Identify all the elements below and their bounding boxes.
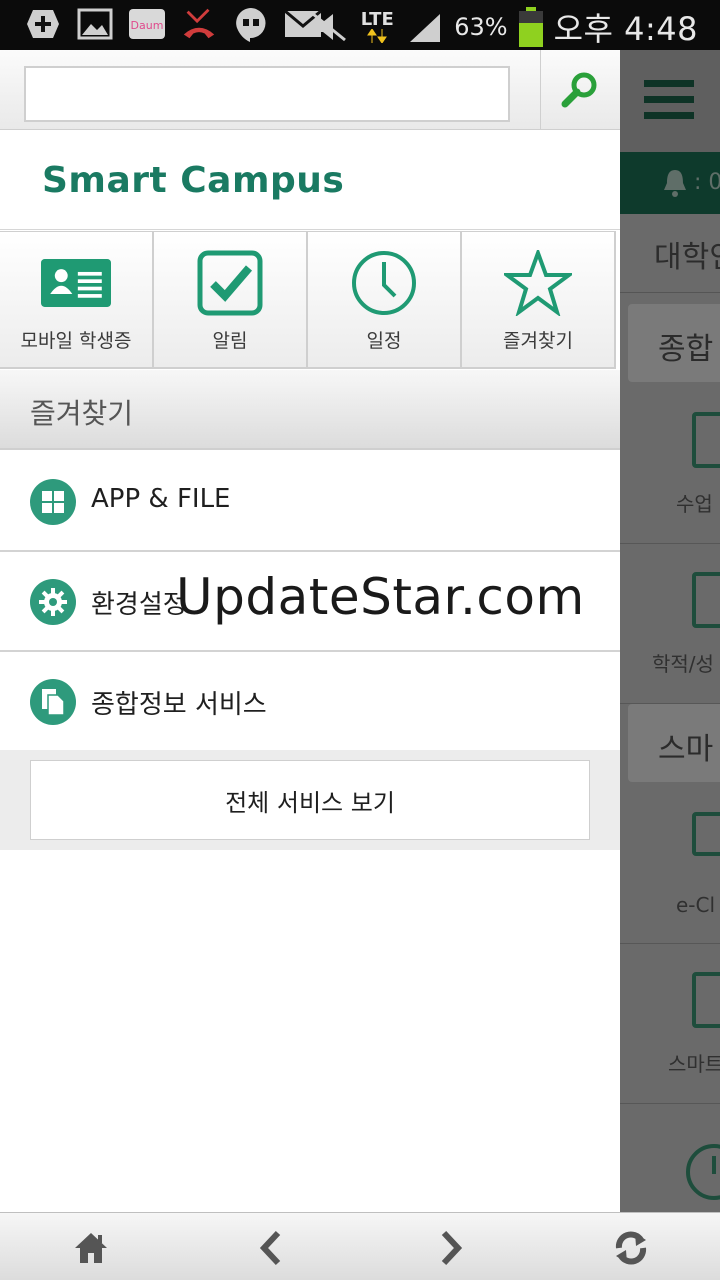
background-item-4-label: 스마트 xyxy=(668,1052,720,1076)
battery-icon xyxy=(518,7,544,47)
back-icon xyxy=(259,1230,281,1266)
forward-button[interactable] xyxy=(426,1223,476,1273)
background-section-1: 종합 xyxy=(628,304,720,382)
signal-icon xyxy=(406,9,444,45)
menu-item-app-file-label: APP & FILE xyxy=(91,484,231,514)
class-icon xyxy=(692,412,720,468)
home-button[interactable] xyxy=(66,1223,116,1273)
gear-icon xyxy=(30,579,76,625)
all-services-label: 전체 서비스 보기 xyxy=(225,788,395,817)
quick-student-id-label: 모바일 학생증 xyxy=(20,330,132,352)
background-header xyxy=(620,50,720,152)
bell-icon xyxy=(664,170,686,197)
barcode-icon xyxy=(692,972,720,1028)
search-button[interactable] xyxy=(548,60,612,120)
missed-call-icon xyxy=(180,6,218,42)
background-title: 대학인 xyxy=(654,240,720,275)
grade-icon xyxy=(692,572,720,628)
brand-header: Smart Campus xyxy=(0,130,620,230)
check-icon xyxy=(195,248,265,318)
background-item-3[interactable]: e-Cl xyxy=(620,784,720,944)
quick-menu: 모바일 학생증 알림 일정 즐겨찾기 xyxy=(0,231,616,369)
daum-app-icon: Daum xyxy=(128,6,166,42)
clock-time: 오후 4:48 xyxy=(553,10,698,48)
notification-icons: Daum xyxy=(24,6,322,42)
menu-item-app-file[interactable]: APP & FILE xyxy=(0,452,620,552)
background-item-3-label: e-Cl xyxy=(676,893,716,917)
favorites-header: 즐겨찾기 xyxy=(0,370,620,450)
bottom-navigation-bar xyxy=(0,1212,720,1280)
quick-alerts-button[interactable]: 알림 xyxy=(154,232,308,367)
home-icon xyxy=(75,1233,107,1263)
notification-count: : 0 xyxy=(694,170,720,195)
status-bar: Daum LTE 63% 오후 4:48 xyxy=(0,0,720,50)
search-bar xyxy=(0,50,620,130)
forward-icon xyxy=(441,1230,463,1266)
search-icon xyxy=(561,72,597,108)
grid-icon xyxy=(30,479,76,525)
all-services-button[interactable]: 전체 서비스 보기 xyxy=(30,760,590,840)
app-title: Smart Campus xyxy=(42,160,345,201)
hamburger-menu-icon[interactable] xyxy=(644,78,694,122)
quick-schedule-button[interactable]: 일정 xyxy=(308,232,462,367)
background-item-5[interactable] xyxy=(620,1104,720,1212)
quick-favorites-button[interactable]: 즐겨찾기 xyxy=(462,232,616,367)
background-section-2: 스마 xyxy=(628,704,720,782)
background-item-2-label: 학적/성 xyxy=(652,652,714,676)
quick-favorites-label: 즐겨찾기 xyxy=(503,330,573,352)
background-section-2-label: 스마 xyxy=(658,732,714,767)
quick-student-id-button[interactable]: 모바일 학생증 xyxy=(0,232,154,367)
background-title-row: 대학인 xyxy=(620,232,720,276)
navigation-drawer: Smart Campus 모바일 학생증 알림 일정 즐겨찾기 즐겨찾기 APP… xyxy=(0,50,620,1212)
mute-icon xyxy=(310,9,348,45)
menu-item-settings-label: 환경설정 xyxy=(91,590,187,620)
background-section-1-label: 종합 xyxy=(658,332,714,367)
lte-icon: LTE xyxy=(358,9,396,45)
watermark-text: UpdateStar.com xyxy=(176,568,585,626)
star-icon xyxy=(503,248,573,318)
background-item-1[interactable]: 수업 xyxy=(620,384,720,544)
refresh-icon xyxy=(615,1231,647,1265)
clock-icon xyxy=(686,1144,720,1200)
menu-item-info-service[interactable]: 종합정보 서비스 xyxy=(0,652,620,752)
hangouts-icon xyxy=(232,6,270,42)
background-item-2[interactable]: 학적/성 xyxy=(620,544,720,704)
system-icons: LTE 63% 오후 4:48 xyxy=(310,4,698,50)
notification-strip: : 0 xyxy=(620,152,720,214)
lte-label: LTE xyxy=(360,9,394,30)
battery-percent: 63% xyxy=(454,13,508,41)
background-page: : 0 대학인 종합 수업 학적/성 스마 e-Cl 스마트 xyxy=(620,50,720,1212)
favorites-title: 즐겨찾기 xyxy=(30,397,134,430)
clock-icon xyxy=(349,248,419,318)
background-item-4[interactable]: 스마트 xyxy=(620,944,720,1104)
refresh-button[interactable] xyxy=(606,1223,656,1273)
search-divider xyxy=(540,50,541,130)
monitor-icon xyxy=(692,812,720,856)
student-id-icon xyxy=(41,248,111,318)
plus-icon xyxy=(24,6,62,42)
all-services-area: 전체 서비스 보기 xyxy=(0,750,620,850)
document-icon xyxy=(30,679,76,725)
search-input[interactable] xyxy=(24,66,510,122)
menu-item-info-service-label: 종합정보 서비스 xyxy=(91,690,267,720)
background-item-1-label: 수업 xyxy=(676,492,713,516)
picture-icon xyxy=(76,6,114,42)
quick-schedule-label: 일정 xyxy=(366,330,402,352)
quick-alerts-label: 알림 xyxy=(212,330,248,352)
back-button[interactable] xyxy=(246,1223,296,1273)
svg-text:Daum: Daum xyxy=(131,19,164,32)
